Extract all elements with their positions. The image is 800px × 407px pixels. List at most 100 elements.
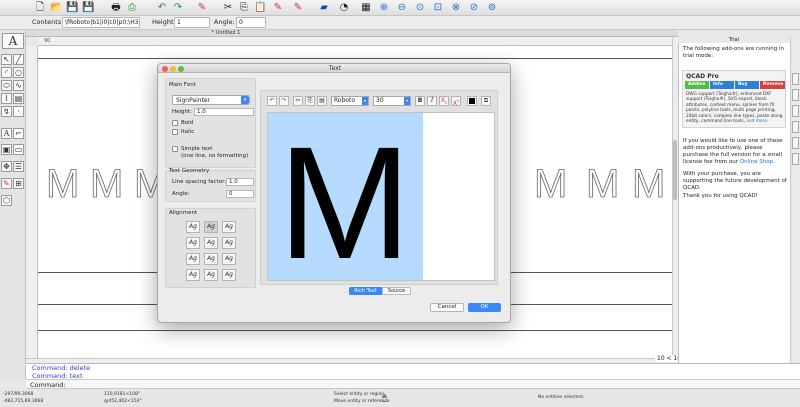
- font-height-field[interactable]: 1,0: [194, 108, 254, 116]
- freehand-icon[interactable]: ↯: [1, 106, 12, 117]
- align-base-left-button[interactable]: Ag: [186, 253, 200, 265]
- tab-rich-text[interactable]: Rich Text: [349, 287, 382, 295]
- move-icon[interactable]: ✎: [1, 178, 12, 189]
- italic-checkbox[interactable]: [172, 129, 178, 135]
- zoom-selection-icon[interactable]: ⊚: [486, 2, 498, 14]
- select-icon[interactable]: ↖: [1, 54, 12, 65]
- grid-icon[interactable]: ▦: [360, 2, 372, 14]
- font-selector[interactable]: SignPainter ▾: [172, 95, 250, 105]
- dock-handle[interactable]: [792, 89, 799, 101]
- cut-icon[interactable]: ✂: [222, 2, 234, 14]
- align-middle-right-button[interactable]: Ag: [222, 237, 236, 249]
- zoom-window-icon[interactable]: ⊡: [432, 2, 444, 14]
- redo-icon[interactable]: ↷: [172, 2, 184, 14]
- ellipse-icon[interactable]: ⬭: [1, 80, 12, 91]
- editor-size-selector[interactable]: 30 ▾: [373, 96, 411, 106]
- align-base-right-button[interactable]: Ag: [222, 253, 236, 265]
- contents-field[interactable]: \fRoboto|b1|i0|c0|p0;\H30;M: [62, 17, 140, 28]
- print-preview-icon[interactable]: ⎙: [126, 2, 138, 14]
- flag-icon[interactable]: ▰: [318, 2, 330, 14]
- editor-font-selector[interactable]: Roboto ▾: [331, 96, 369, 106]
- cancel-button[interactable]: Cancel: [430, 303, 464, 312]
- cut-icon[interactable]: ✂: [293, 96, 303, 106]
- promo-more-link[interactable]: and more.: [746, 119, 768, 124]
- align-top-center-button[interactable]: Ag: [204, 221, 218, 233]
- align-bottom-left-button[interactable]: Ag: [186, 269, 200, 281]
- block-icon[interactable]: ✎: [272, 2, 284, 14]
- document-tab[interactable]: * Untitled 1: [196, 30, 256, 37]
- text-tool-icon[interactable]: A: [2, 33, 24, 49]
- dock-handle[interactable]: [792, 153, 799, 165]
- zoom-auto-icon[interactable]: ⊙: [414, 2, 426, 14]
- angle-field[interactable]: 0: [236, 17, 266, 28]
- point-icon[interactable]: ·: [13, 106, 24, 117]
- save-icon[interactable]: 💾: [66, 2, 78, 14]
- pan-icon[interactable]: ⊗: [450, 2, 462, 14]
- dock-handle[interactable]: [792, 73, 799, 85]
- snap-icon[interactable]: ◔: [338, 2, 350, 14]
- bold-checkbox[interactable]: [172, 120, 178, 126]
- block-tool-icon[interactable]: ▭: [13, 144, 24, 155]
- line-icon[interactable]: ╱: [13, 54, 24, 65]
- new-file-icon[interactable]: 🗋: [34, 2, 46, 14]
- dialog-titlebar[interactable]: Text: [158, 64, 510, 73]
- align-middle-left-button[interactable]: Ag: [186, 237, 200, 249]
- dimension-icon[interactable]: ⌐: [13, 128, 24, 139]
- copy-icon[interactable]: ⎘: [305, 96, 315, 106]
- text-icon[interactable]: A: [1, 128, 12, 139]
- dock-handle[interactable]: [792, 121, 799, 133]
- polyline-icon[interactable]: ⌇: [1, 93, 12, 104]
- undo-icon[interactable]: ↶: [267, 96, 277, 106]
- redo-icon[interactable]: ↷: [279, 96, 289, 106]
- hatch-icon[interactable]: ▤: [13, 93, 24, 104]
- ok-button[interactable]: OK: [468, 303, 501, 312]
- bold-button[interactable]: B: [415, 96, 425, 106]
- zoom-prev-icon[interactable]: ⊘: [468, 2, 480, 14]
- superscript-button[interactable]: X2: [451, 96, 461, 107]
- color-button[interactable]: [467, 96, 477, 106]
- dock-handle[interactable]: [792, 105, 799, 117]
- circle-icon[interactable]: ○: [13, 67, 24, 78]
- undo-icon[interactable]: ↶: [156, 2, 168, 14]
- dock-handle[interactable]: [792, 137, 799, 149]
- align-top-right-button[interactable]: Ag: [222, 221, 236, 233]
- paste-icon[interactable]: ▤: [317, 96, 327, 106]
- paste-icon[interactable]: 📋: [254, 2, 266, 14]
- align-base-center-button[interactable]: Ag: [204, 253, 218, 265]
- height-field[interactable]: 1: [174, 17, 210, 28]
- tab-source[interactable]: Source: [382, 287, 411, 295]
- 3d-icon[interactable]: ⬡: [1, 195, 12, 206]
- align-bottom-center-button[interactable]: Ag: [204, 269, 218, 281]
- line-spacing-field[interactable]: 1,0: [226, 178, 254, 186]
- properties-icon[interactable]: ☰: [13, 161, 24, 172]
- align-top-left-button[interactable]: Ag: [186, 221, 200, 233]
- modify-icon[interactable]: ✥: [1, 161, 12, 172]
- command-line[interactable]: Command:: [26, 379, 800, 389]
- promo-info-button[interactable]: Info: [710, 81, 734, 89]
- promo-remove-button[interactable]: Remove: [760, 81, 785, 89]
- italic-button[interactable]: I: [427, 96, 437, 106]
- promo-buy-button[interactable]: Buy: [735, 81, 759, 89]
- open-file-icon[interactable]: 📂: [50, 2, 62, 14]
- simple-text-checkbox[interactable]: [172, 146, 178, 152]
- align-bottom-right-button[interactable]: Ag: [222, 269, 236, 281]
- layer-icon[interactable]: ✎: [292, 2, 304, 14]
- print-icon[interactable]: 🖶: [110, 2, 122, 14]
- text-edit-area[interactable]: M: [267, 112, 495, 281]
- promo-addins-button[interactable]: Addins: [685, 81, 709, 89]
- align-middle-center-button[interactable]: Ag: [204, 237, 218, 249]
- zoom-out-icon[interactable]: ⊖: [396, 2, 408, 14]
- pen-icon[interactable]: ✎: [196, 2, 208, 14]
- zoom-in-icon[interactable]: ⊕: [378, 2, 390, 14]
- save-as-icon[interactable]: 💾: [82, 2, 94, 14]
- online-shop-link[interactable]: Online Shop.: [740, 159, 775, 165]
- text-angle-field[interactable]: 0: [226, 190, 254, 198]
- symbol-icon[interactable]: ⧉: [481, 96, 491, 106]
- spline-icon[interactable]: ∿: [13, 80, 24, 91]
- measure-icon[interactable]: ⊞: [13, 178, 24, 189]
- image-icon[interactable]: ▣: [1, 144, 12, 155]
- subscript-button[interactable]: X2: [439, 96, 449, 106]
- arc-icon[interactable]: ◜: [1, 67, 12, 78]
- vertical-scroll-thumb[interactable]: [673, 140, 677, 200]
- copy-icon[interactable]: ⎘: [238, 2, 250, 14]
